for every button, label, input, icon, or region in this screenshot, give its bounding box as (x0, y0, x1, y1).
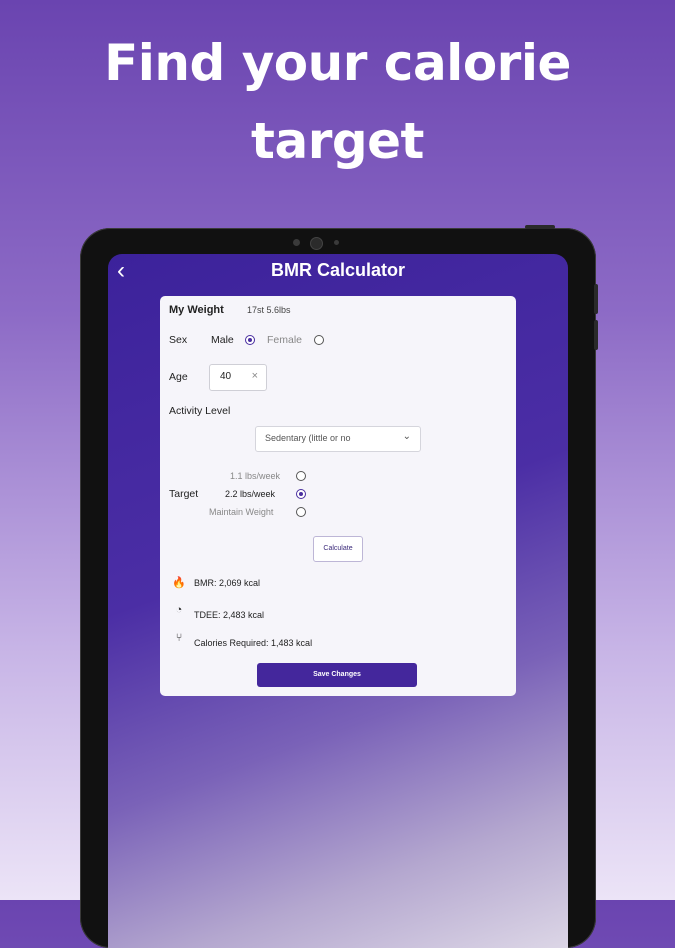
target-label: Target (169, 488, 199, 500)
sex-option-male-label: Male (211, 334, 234, 346)
target-option-1-radio[interactable] (296, 471, 306, 481)
age-value: 40 (220, 371, 232, 382)
activity-level-select[interactable]: Sedentary (little or no ⌄ (255, 426, 421, 452)
camera-dot-left (293, 239, 300, 246)
bmr-form-card: My Weight 17st 5.6lbs Sex Male Female Ag… (160, 296, 516, 696)
camera-dot-right (334, 240, 339, 245)
calculate-button[interactable]: Calculate (313, 536, 363, 562)
tablet-frame: ‹ BMR Calculator My Weight 17st 5.6lbs S… (80, 225, 598, 948)
weight-value[interactable]: 17st 5.6lbs (247, 305, 291, 315)
sex-male-radio[interactable] (245, 335, 255, 345)
activity-level-label: Activity Level (169, 405, 231, 417)
app-screen: ‹ BMR Calculator My Weight 17st 5.6lbs S… (108, 254, 568, 948)
chevron-down-icon: ⌄ (402, 431, 411, 442)
calories-required-result: Calories Required: 1,483 kcal (194, 638, 313, 648)
target-option-2-label: 2.2 lbs/week (225, 489, 276, 499)
page-title: BMR Calculator (270, 260, 405, 280)
target-option-2-radio[interactable] (296, 489, 306, 499)
activity-level-value: Sedentary (little or no (265, 433, 351, 443)
bmr-result: BMR: 2,069 kcal (194, 578, 261, 588)
headline-line-2: target (251, 112, 424, 170)
gauge-icon: ◔ (175, 604, 183, 616)
sex-female-radio[interactable] (314, 335, 324, 345)
age-label: Age (169, 371, 188, 383)
save-changes-button[interactable]: Save Changes (257, 663, 417, 687)
age-input[interactable]: 40 × (209, 364, 267, 391)
tablet-volume-down-button (594, 320, 598, 350)
flame-icon: 🔥 (172, 577, 186, 589)
target-option-3-label: Maintain Weight (209, 507, 274, 517)
tablet-volume-up-button (594, 284, 598, 314)
clear-icon[interactable]: × (252, 370, 258, 382)
sex-option-female-label: Female (267, 334, 303, 346)
target-option-3-radio[interactable] (296, 507, 306, 517)
headline-line-1: Find your calorie (104, 34, 571, 92)
weight-label: My Weight (169, 304, 224, 316)
sex-label: Sex (169, 334, 188, 346)
headline: Find your calorie target (0, 24, 675, 180)
app-bar: ‹ BMR Calculator (108, 254, 568, 290)
utensils-icon: ⑂ (175, 632, 183, 644)
camera-lens (310, 237, 323, 250)
tdee-result: TDEE: 2,483 kcal (194, 610, 265, 620)
target-option-1-label: 1.1 lbs/week (230, 471, 281, 481)
tablet-power-button (525, 225, 555, 229)
